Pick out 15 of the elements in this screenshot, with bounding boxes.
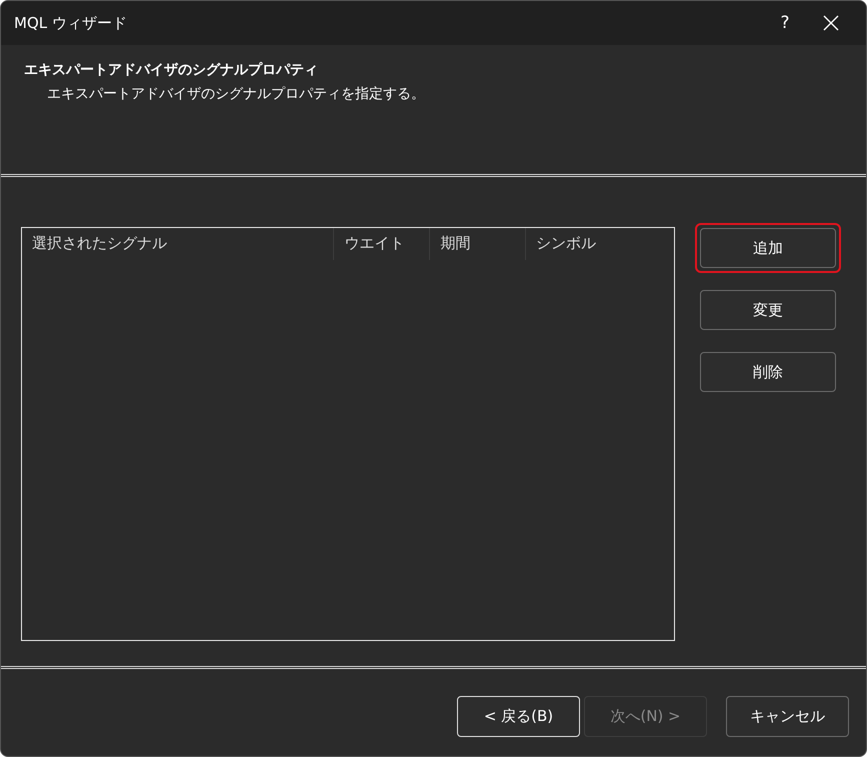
window-title: MQL ウィザード (14, 14, 128, 32)
action-button[interactable]: 変更 (700, 290, 836, 330)
action-button[interactable]: 削除 (700, 352, 836, 392)
page-heading: エキスパートアドバイザのシグナルプロパティ (24, 61, 319, 79)
wizard-button[interactable]: < 戻る(B) (457, 696, 580, 737)
close-icon (823, 15, 839, 31)
column-header[interactable]: シンボル (526, 228, 674, 260)
column-header[interactable]: ウエイト (334, 228, 430, 260)
page-description: エキスパートアドバイザのシグナルプロパティを指定する。 (47, 85, 426, 103)
help-button[interactable]: ? (762, 1, 808, 45)
action-button[interactable]: 追加 (700, 228, 836, 268)
column-header[interactable]: 選択されたシグナル (22, 228, 334, 260)
signal-list[interactable]: 選択されたシグナル ウエイト 期間 シンボル (21, 227, 675, 641)
column-header[interactable]: 期間 (430, 228, 526, 260)
wizard-button[interactable]: キャンセル (726, 696, 849, 737)
